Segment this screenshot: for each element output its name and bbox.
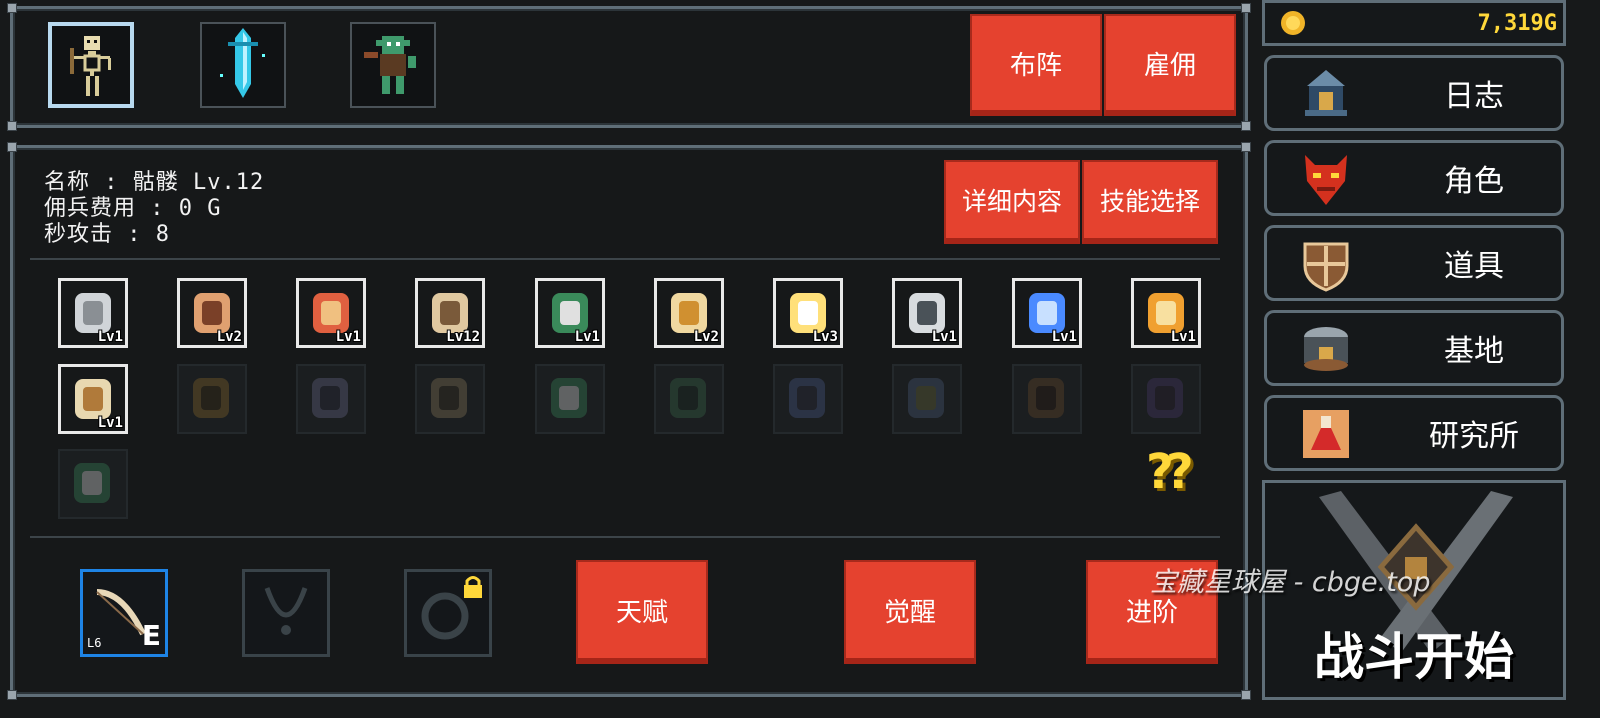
base-icon: [1304, 327, 1348, 371]
potion-icon: [1303, 410, 1349, 458]
skill-level: Lv1: [335, 329, 361, 345]
skill-slot-locked[interactable]: [296, 364, 366, 434]
details-button[interactable]: 详细内容: [944, 160, 1080, 244]
rivet: [1241, 3, 1251, 13]
skill-level: Lv1: [931, 329, 957, 345]
menu-log[interactable]: 日志: [1264, 55, 1564, 131]
skill-slot[interactable]: Lv1: [58, 364, 128, 434]
rivet: [1241, 690, 1251, 700]
awaken-button[interactable]: 觉醒: [844, 560, 976, 664]
formation-button[interactable]: 布阵: [970, 14, 1102, 116]
skill-slot-locked[interactable]: [654, 364, 724, 434]
equip-slot-ring[interactable]: [404, 569, 492, 657]
skill-slot-locked[interactable]: [773, 364, 843, 434]
skill-slot[interactable]: Lv12: [415, 278, 485, 348]
equip-slot-necklace[interactable]: [242, 569, 330, 657]
up-arrow-icon: [193, 378, 229, 418]
skill-level: Lv1: [97, 329, 123, 345]
goblin-icon: [364, 36, 416, 94]
watermark: 宝藏星球屋 - cbge.top: [1150, 567, 1431, 598]
skill-slot[interactable]: Lv2: [177, 278, 247, 348]
menu-character-label: 角色: [1444, 164, 1504, 199]
skill-level: Lv1: [574, 329, 600, 345]
skill-slot[interactable]: Lv1: [1012, 278, 1082, 348]
skill-level: Lv2: [693, 329, 719, 345]
battle-start-label: 战斗开始: [1314, 628, 1514, 686]
gold-panel: 7,319G: [1262, 0, 1566, 46]
menu-lab-label: 研究所: [1429, 419, 1519, 454]
skill-slot[interactable]: Lv1: [296, 278, 366, 348]
crossbow-icon: [789, 378, 825, 418]
club-icon: [1028, 378, 1064, 418]
rivet: [7, 142, 17, 152]
crystal-sword-icon: [220, 28, 265, 98]
lantern-icon: [1305, 70, 1347, 116]
hero-attack-speed: 秒攻击 : 8: [44, 222, 170, 247]
skill-select-button[interactable]: 技能选择: [1082, 160, 1218, 244]
party-slot-skeleton[interactable]: [48, 22, 134, 108]
menu-log-label: 日志: [1444, 79, 1504, 114]
feather-icon: [431, 378, 467, 418]
equip-slot-weapon[interactable]: L6 E: [80, 569, 168, 657]
skill-slot-locked[interactable]: [1131, 364, 1201, 434]
skill-slot-locked[interactable]: [415, 364, 485, 434]
skill-slot-locked[interactable]: [1012, 364, 1082, 434]
divider: [30, 536, 1220, 538]
equip-level: L6: [87, 636, 102, 650]
lock-icon: [464, 576, 482, 598]
rivet: [1241, 121, 1251, 131]
hire-button[interactable]: 雇佣: [1104, 14, 1236, 116]
equip-grade: E: [141, 619, 161, 652]
skill-level: Lv12: [446, 329, 480, 345]
divider: [30, 258, 1220, 260]
skill-level: Lv2: [216, 329, 242, 345]
gold-coin-icon: [1281, 11, 1305, 35]
skill-slot-locked[interactable]: [58, 449, 128, 519]
party-slot-goblin[interactable]: [350, 22, 436, 108]
demon-mask-icon: [1305, 155, 1347, 205]
menu-base[interactable]: 基地: [1264, 310, 1564, 386]
skill-level: Lv1: [1051, 329, 1077, 345]
menu-lab[interactable]: 研究所: [1264, 395, 1564, 471]
party-slot-crystal-sword[interactable]: [200, 22, 286, 108]
skill-slot[interactable]: Lv1: [58, 278, 128, 348]
menu-items-label: 道具: [1444, 249, 1504, 284]
skill-slot-locked[interactable]: [177, 364, 247, 434]
help-icon[interactable]: ??: [1146, 444, 1216, 514]
rivet: [1241, 142, 1251, 152]
arrows-icon: [74, 463, 110, 503]
talent-button[interactable]: 天赋: [576, 560, 708, 664]
menu-character[interactable]: 角色: [1264, 140, 1564, 216]
skill-slot[interactable]: Lv1: [535, 278, 605, 348]
rivet: [7, 3, 17, 13]
skill-slot[interactable]: Lv1: [892, 278, 962, 348]
menu-base-label: 基地: [1444, 334, 1504, 369]
skill-slot[interactable]: Lv1: [1131, 278, 1201, 348]
dark-crossbow-icon: [1147, 378, 1183, 418]
rivet: [7, 690, 17, 700]
necklace-icon: [264, 587, 308, 635]
skill-level: Lv3: [812, 329, 838, 345]
star-arrows-icon: [908, 378, 944, 418]
menu-items[interactable]: 道具: [1264, 225, 1564, 301]
skill-level: Lv1: [1170, 329, 1196, 345]
skill-slot[interactable]: Lv2: [654, 278, 724, 348]
arrows-icon: [551, 378, 587, 418]
skill-slot[interactable]: Lv3: [773, 278, 843, 348]
hood-icon: [312, 378, 348, 418]
skeleton-icon: [70, 36, 111, 96]
skill-slot-locked[interactable]: [892, 364, 962, 434]
gold-amount: 7,319G: [1477, 11, 1557, 36]
skill-slot-locked[interactable]: [535, 364, 605, 434]
vine-icon: [670, 378, 706, 418]
help-mark: ??: [1146, 444, 1194, 500]
shield-icon: [1303, 242, 1349, 292]
skill-level: Lv1: [97, 415, 123, 431]
rivet: [7, 121, 17, 131]
